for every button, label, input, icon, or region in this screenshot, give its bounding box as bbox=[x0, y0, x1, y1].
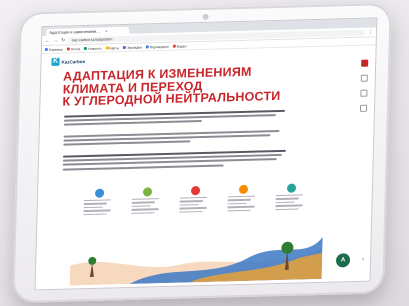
bookmark-label: Почта bbox=[70, 46, 81, 51]
step-icon bbox=[142, 187, 152, 197]
page-title: АДАПТАЦИЯ К ИЗМЕНЕНИЯМ КЛИМАТА И ПЕРЕХОД… bbox=[62, 64, 303, 109]
bookmark-icon bbox=[44, 47, 48, 52]
bookmark-item[interactable]: Новости bbox=[84, 46, 102, 51]
step-icon bbox=[286, 183, 296, 193]
bookmark-item[interactable]: Карты bbox=[105, 46, 119, 50]
bookmark-label: Новости bbox=[88, 46, 102, 51]
side-nav-item-4[interactable] bbox=[359, 104, 367, 112]
menu-icon[interactable]: ⋮ bbox=[368, 29, 373, 35]
reload-icon[interactable]: ↻ bbox=[61, 37, 65, 43]
infographic-step bbox=[129, 187, 164, 214]
paragraph-1 bbox=[63, 109, 294, 129]
bookmark-icon bbox=[123, 45, 127, 50]
step-icon bbox=[94, 188, 104, 198]
bookmark-icon bbox=[66, 47, 70, 51]
infographic-step bbox=[273, 183, 308, 211]
step-icon bbox=[238, 184, 248, 195]
bookmark-icon bbox=[145, 45, 149, 49]
arrow-left-icon[interactable]: ← bbox=[45, 37, 50, 43]
scroll-down-icon[interactable]: › bbox=[362, 257, 364, 263]
paragraph-2 bbox=[63, 129, 293, 149]
bookmark-label: Сервисы bbox=[48, 47, 63, 52]
bookmark-item[interactable]: Закладки bbox=[123, 45, 142, 49]
logo-text: KazCarbon bbox=[61, 58, 86, 65]
side-nav-item-3[interactable] bbox=[359, 89, 367, 97]
web-page: K KazCarbon АДАПТАЦИЯ К ИЗМЕНЕНИЯМ КЛИМА… bbox=[35, 45, 376, 290]
infographic-landscape bbox=[69, 236, 323, 286]
infographic-step bbox=[81, 188, 116, 216]
bookmark-item[interactable]: Видео bbox=[172, 43, 187, 49]
page-side-nav bbox=[356, 59, 371, 112]
tablet-device: Адаптация к изменениям… × ← → ↻ kaz-carb… bbox=[12, 2, 392, 304]
side-nav-item-2[interactable] bbox=[360, 74, 368, 82]
step-icon bbox=[190, 186, 200, 196]
bookmark-item[interactable]: Сервисы bbox=[44, 47, 63, 52]
bookmark-label: Закладки bbox=[127, 45, 142, 50]
bookmark-item[interactable]: Переводчик bbox=[145, 44, 169, 49]
tablet-screen: Адаптация к изменениям… × ← → ↻ kaz-carb… bbox=[34, 17, 378, 291]
arrow-right-icon[interactable]: → bbox=[53, 37, 58, 43]
side-nav-item-1[interactable] bbox=[360, 59, 368, 67]
camera-icon bbox=[202, 13, 209, 20]
bookmark-icon bbox=[172, 44, 176, 48]
paragraph-3 bbox=[62, 149, 293, 173]
bookmark-icon bbox=[105, 46, 109, 50]
close-icon[interactable]: × bbox=[105, 28, 107, 33]
bookmark-item[interactable]: Почта bbox=[66, 46, 81, 51]
logo-mark: K bbox=[51, 57, 60, 66]
site-logo[interactable]: K KazCarbon bbox=[51, 57, 85, 66]
tab-title: Адаптация к изменениям… bbox=[49, 28, 101, 35]
infographic bbox=[69, 179, 325, 286]
infographic-step bbox=[177, 186, 212, 213]
accessibility-button[interactable]: A bbox=[335, 253, 351, 268]
bookmark-label: Видео bbox=[176, 43, 187, 49]
bookmark-label: Карты bbox=[109, 45, 120, 50]
infographic-step bbox=[225, 184, 260, 212]
bookmark-icon bbox=[84, 46, 88, 51]
bookmark-label: Переводчик bbox=[149, 44, 169, 49]
